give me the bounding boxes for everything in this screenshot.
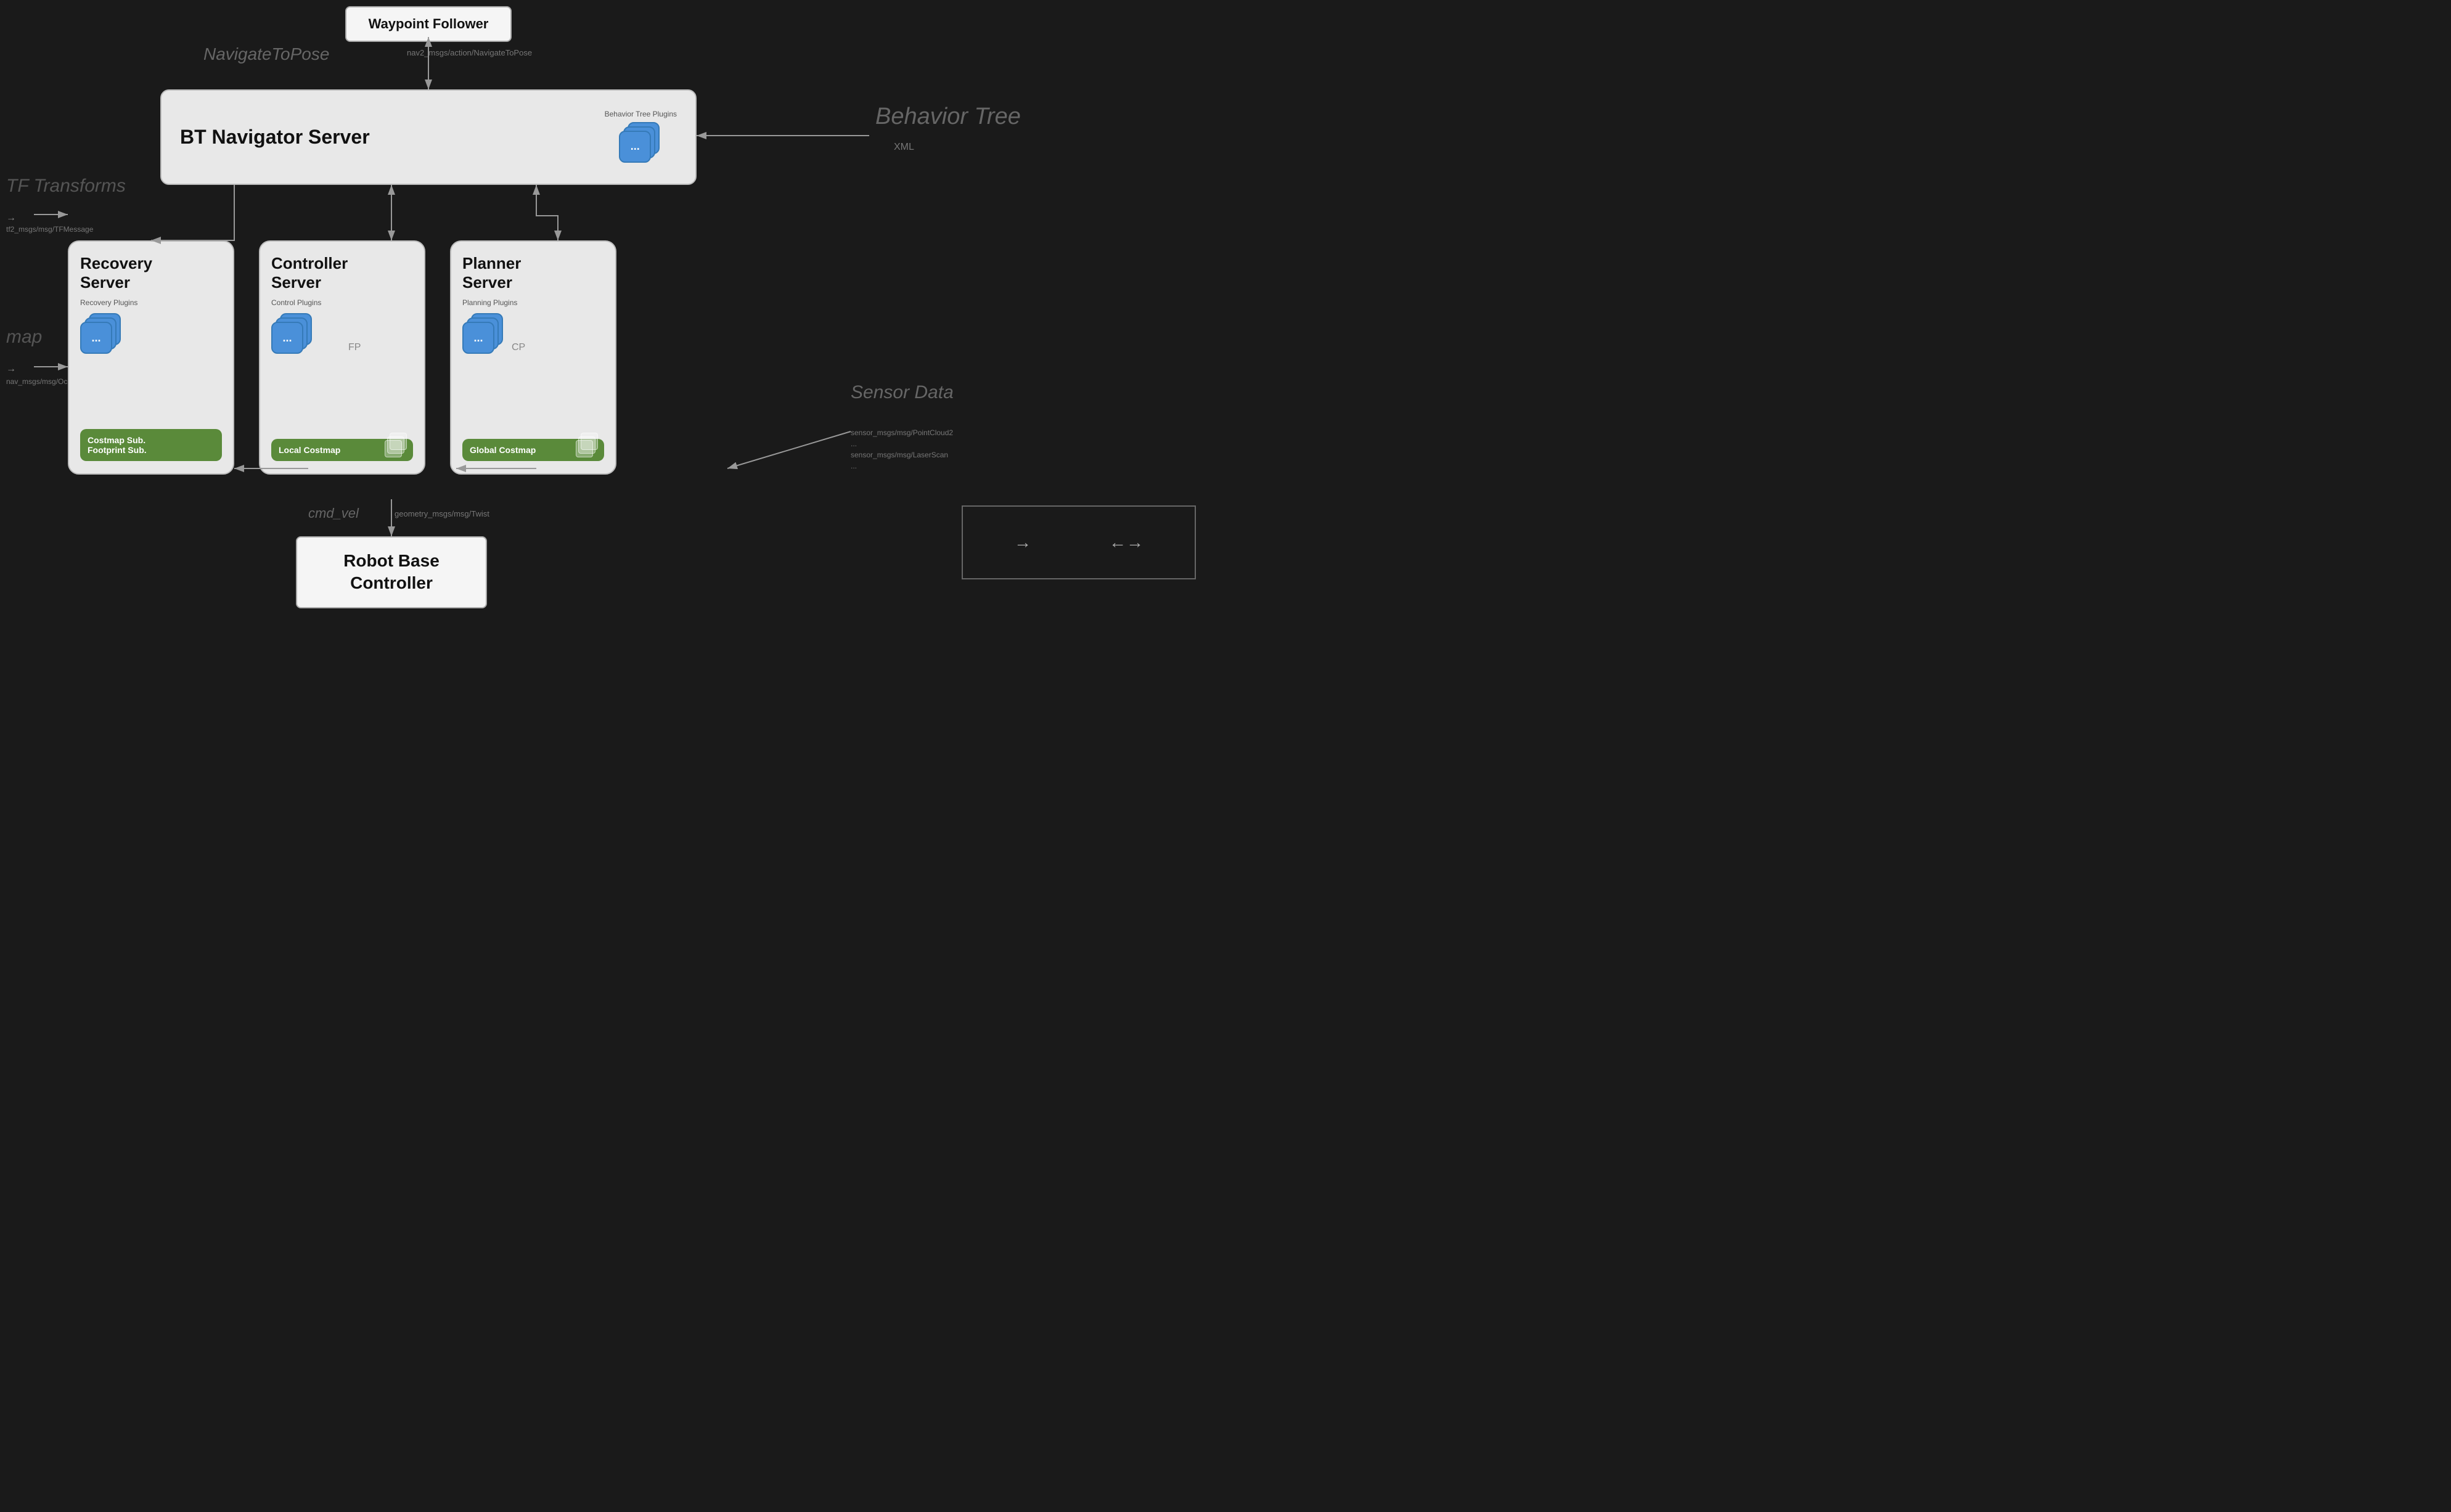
bt-navigator-title: BT Navigator Server	[180, 126, 605, 149]
nav-to-pose-label: NavigateToPose	[203, 44, 329, 64]
ccard-3: ...	[271, 322, 303, 354]
tf-arrow-icon: →	[6, 213, 16, 224]
lccard-3	[385, 440, 402, 457]
planning-plugins-label: Planning Plugins	[462, 298, 517, 307]
tf-msgs-label: tf2_msgs/msg/TFMessage	[6, 225, 93, 234]
recovery-server-title: RecoveryServer	[80, 254, 152, 292]
global-costmap-box: Global Costmap	[462, 439, 604, 461]
local-costmap-icon	[385, 433, 408, 456]
legend-arrow1-icon: →	[1014, 533, 1031, 552]
bt-to-planner-arrow	[536, 185, 558, 240]
cp-label: CP	[512, 342, 525, 353]
map-label: map	[6, 327, 42, 348]
servers-row: RecoveryServer Recovery Plugins ... Cost…	[68, 240, 616, 475]
bt-to-recovery-arrow	[151, 185, 234, 240]
tf-transforms-label: TF Transforms	[6, 176, 126, 197]
recovery-server-box: RecoveryServer Recovery Plugins ... Cost…	[68, 240, 234, 475]
sensor-data-label: Sensor Data	[851, 382, 954, 403]
sensor-msgs4-dots: ...	[851, 462, 857, 470]
planner-server-box: PlannerServer Planning Plugins ... Globa…	[450, 240, 616, 475]
legend-arrow2-icon: ←→	[1109, 533, 1144, 552]
planner-plugin-stack-icon: ...	[462, 313, 505, 356]
bt-navigator-box: BT Navigator Server Behavior Tree Plugin…	[160, 89, 697, 185]
local-costmap-box: Local Costmap	[271, 439, 413, 461]
geometry-msgs-label: geometry_msgs/msg/Twist	[395, 509, 489, 518]
recovery-plugins-label: Recovery Plugins	[80, 298, 137, 307]
local-costmap-label: Local Costmap	[279, 445, 340, 455]
sensor-msgs2-dots: ...	[851, 439, 857, 448]
nav2-msgs-label: nav2_msgs/action/NavigateToPose	[407, 48, 532, 57]
map-arrow-icon: →	[6, 364, 16, 375]
controller-server-title: ControllerServer	[271, 254, 348, 292]
plugin-card-3: ...	[619, 131, 651, 163]
legend-box: → ←→	[962, 505, 1196, 579]
gccard-3	[576, 440, 593, 457]
global-costmap-label: Global Costmap	[470, 445, 536, 455]
cmd-vel-label: cmd_vel	[308, 505, 359, 521]
sensor-to-global-arrow	[727, 431, 851, 468]
pcard-3: ...	[462, 322, 494, 354]
recovery-costmap-box: Costmap Sub.Footprint Sub.	[80, 429, 222, 461]
waypoint-follower-box: Waypoint Follower	[345, 6, 512, 42]
planner-server-title: PlannerServer	[462, 254, 521, 292]
robot-base-controller-box: Robot BaseController	[296, 536, 487, 608]
recovery-plugin-stack-icon: ...	[80, 313, 123, 356]
recovery-costmap-label: Costmap Sub.Footprint Sub.	[88, 435, 147, 455]
controller-plugin-stack-icon: ...	[271, 313, 314, 356]
control-plugins-label: Control Plugins	[271, 298, 321, 307]
behavior-tree-label: Behavior Tree	[875, 104, 1021, 130]
controller-server-box: ControllerServer Control Plugins ... Loc…	[259, 240, 425, 475]
global-costmap-icon	[576, 433, 599, 456]
bt-plugins-label: Behavior Tree Plugins	[605, 110, 677, 118]
bt-plugins-area: Behavior Tree Plugins ...	[605, 110, 677, 165]
bt-plugin-stack-icon: ...	[619, 122, 662, 165]
sensor-msgs3: sensor_msgs/msg/LaserScan	[851, 451, 948, 459]
fp-label: FP	[348, 342, 361, 353]
rcard-3: ...	[80, 322, 112, 354]
xml-label: XML	[894, 142, 914, 153]
sensor-msgs1: sensor_msgs/msg/PointCloud2	[851, 428, 953, 437]
